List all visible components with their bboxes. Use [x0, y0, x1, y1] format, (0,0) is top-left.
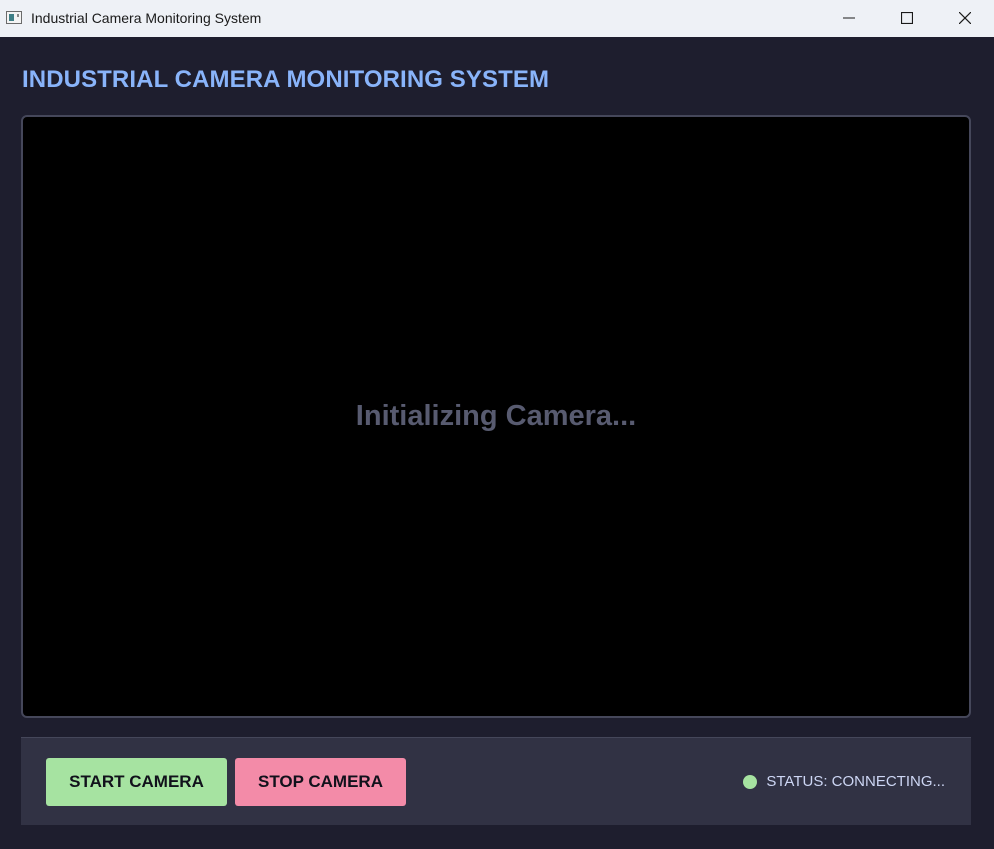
close-icon	[959, 12, 971, 24]
page-title: INDUSTRIAL CAMERA MONITORING SYSTEM	[22, 66, 550, 93]
status-indicator: STATUS: CONNECTING...	[743, 773, 945, 790]
stop-camera-button[interactable]: STOP CAMERA	[235, 758, 406, 806]
app-icon	[6, 11, 22, 24]
maximize-button[interactable]	[878, 0, 936, 37]
camera-status-message: Initializing Camera...	[355, 400, 637, 432]
start-camera-button[interactable]: START CAMERA	[46, 758, 227, 806]
minimize-button[interactable]	[820, 0, 878, 37]
control-panel: START CAMERA STOP CAMERA STATUS: CONNECT…	[21, 737, 971, 825]
close-button[interactable]	[936, 0, 994, 37]
window-title: Industrial Camera Monitoring System	[31, 10, 262, 26]
status-text: STATUS: CONNECTING...	[766, 773, 945, 790]
title-bar[interactable]: Industrial Camera Monitoring System	[0, 0, 994, 37]
maximize-icon	[901, 12, 913, 24]
status-dot-icon	[743, 774, 758, 789]
minimize-icon	[843, 17, 855, 19]
camera-feed-view: Initializing Camera...	[21, 115, 971, 718]
app-window: Industrial Camera Monitoring System INDU…	[0, 0, 994, 849]
